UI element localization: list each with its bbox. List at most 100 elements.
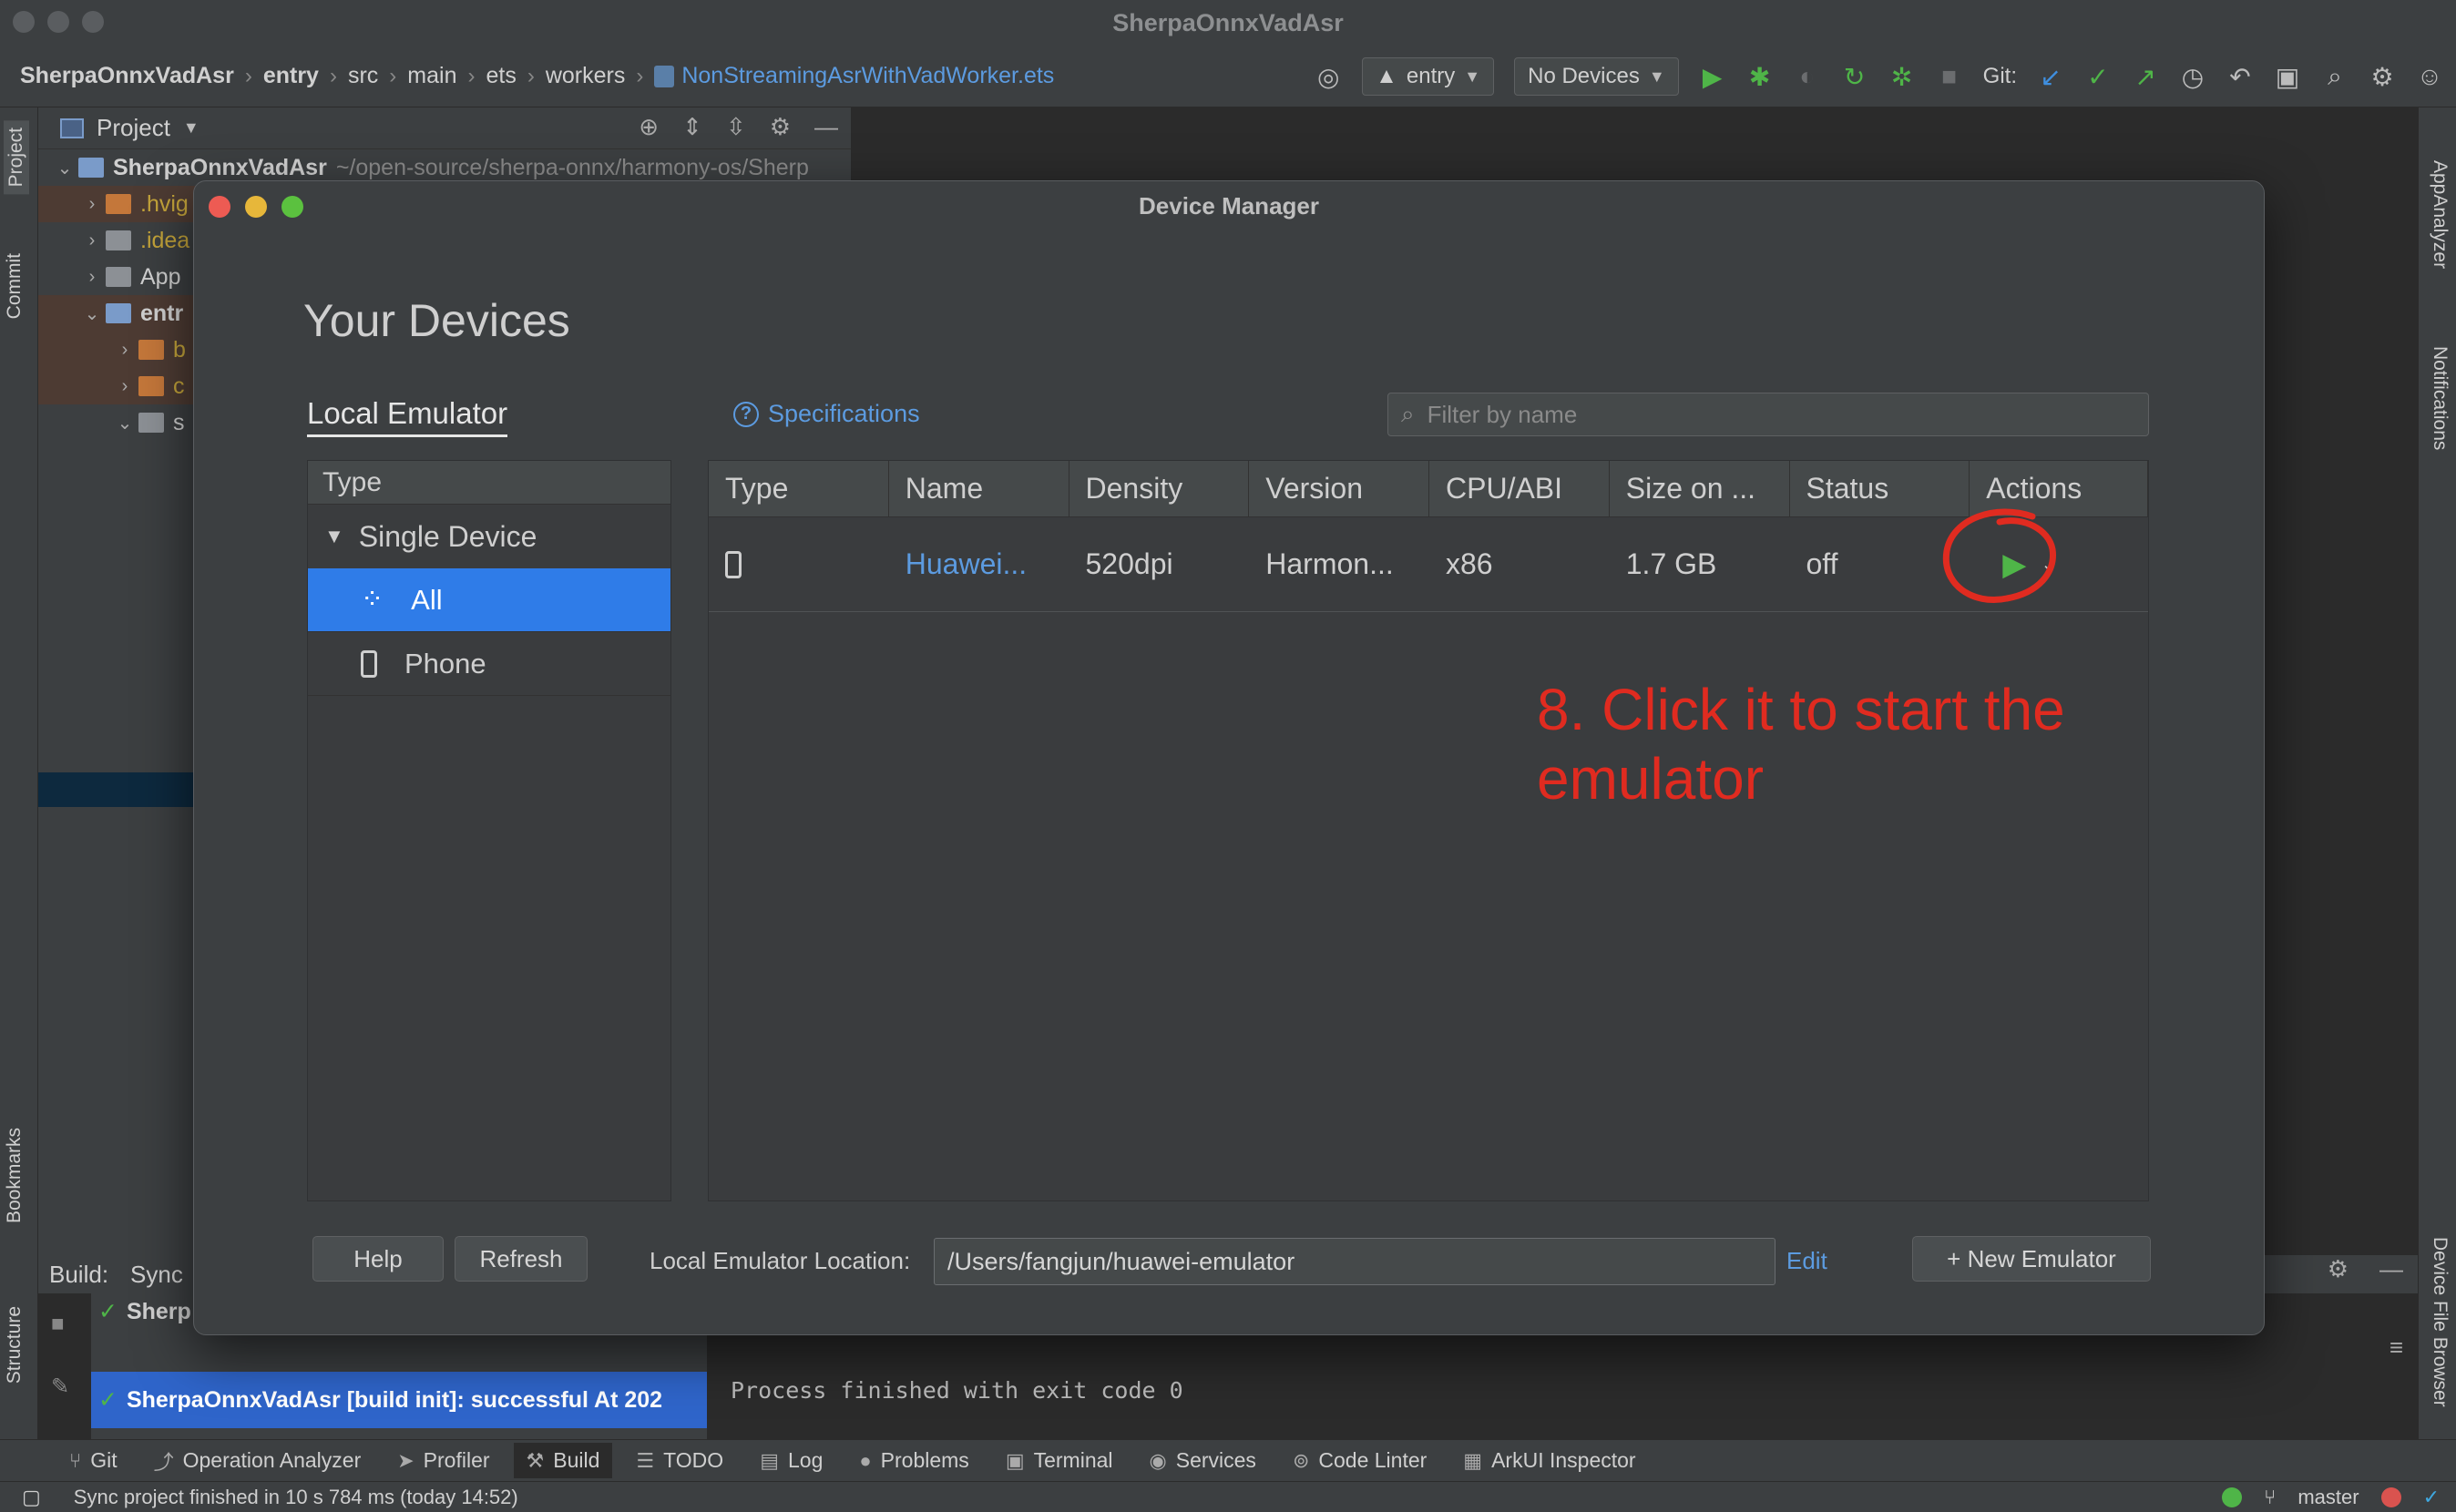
edit-location-link[interactable]: Edit bbox=[1786, 1247, 1827, 1275]
new-emulator-button[interactable]: + New Emulator bbox=[1912, 1236, 2151, 1282]
project-panel-title[interactable]: Project bbox=[97, 114, 170, 142]
tab-code-linter[interactable]: ⊚ Code Linter bbox=[1280, 1443, 1439, 1478]
stop-icon[interactable]: ■ bbox=[1936, 62, 1963, 91]
column-header-size[interactable]: Size on ... bbox=[1610, 461, 1790, 516]
breadcrumb-project[interactable]: SherpaOnnxVadAsr bbox=[20, 63, 234, 89]
collapse-all-icon[interactable]: ⇳ bbox=[726, 113, 746, 141]
specifications-link[interactable]: ? Specifications bbox=[733, 400, 920, 428]
expand-all-icon[interactable]: ⇕ bbox=[682, 113, 702, 141]
search-icon[interactable]: ⌕ bbox=[2321, 62, 2349, 92]
status-ok-icon[interactable] bbox=[2222, 1487, 2243, 1507]
rerun-icon[interactable]: ↻ bbox=[1841, 62, 1868, 92]
type-item-phone[interactable]: Phone bbox=[308, 632, 670, 696]
module-select[interactable]: ▲ entry ▼ bbox=[1362, 57, 1495, 96]
breadcrumb-ets[interactable]: ets bbox=[486, 63, 516, 89]
branch-icon: ⑂ bbox=[2264, 1486, 2277, 1508]
git-update-icon[interactable]: ↙ bbox=[2037, 62, 2064, 92]
chevron-down-icon[interactable]: ▼ bbox=[183, 118, 200, 138]
soft-wrap-icon[interactable]: ≡ bbox=[2389, 1333, 2403, 1362]
git-push-icon[interactable]: ↗ bbox=[2132, 62, 2159, 92]
tab-sync[interactable]: Sync bbox=[130, 1261, 183, 1289]
gear-icon[interactable]: ⚙ bbox=[770, 113, 791, 141]
build-console-output: Process finished with exit code 0 bbox=[731, 1377, 1183, 1404]
tab-appanalyzer[interactable]: AppAnalyzer bbox=[2429, 160, 2451, 269]
breadcrumb-entry[interactable]: entry bbox=[263, 63, 319, 89]
device-select[interactable]: No Devices ▼ bbox=[1514, 57, 1679, 96]
target-icon[interactable]: ◎ bbox=[1315, 62, 1342, 92]
hide-icon[interactable]: — bbox=[814, 113, 838, 141]
gear-icon[interactable]: ⚙ bbox=[2369, 62, 2396, 92]
tab-terminal[interactable]: ▣ Terminal bbox=[993, 1443, 1126, 1478]
minimize-window-button[interactable] bbox=[47, 11, 69, 33]
type-item-label: All bbox=[411, 583, 443, 616]
zoom-window-button[interactable] bbox=[82, 11, 104, 33]
tab-local-emulator[interactable]: Local Emulator bbox=[307, 396, 508, 437]
pin-icon[interactable]: ✎ bbox=[51, 1374, 69, 1400]
device-type-panel: Type ▼ Single Device ⁘ All Phone bbox=[307, 460, 671, 1201]
tab-profiler[interactable]: ➤ Profiler bbox=[384, 1443, 502, 1478]
tab-log[interactable]: ▤ Log bbox=[747, 1443, 835, 1478]
tab-project-label: Project bbox=[5, 128, 26, 188]
gear-icon[interactable]: ⚙ bbox=[2328, 1255, 2349, 1283]
attach-debugger-icon[interactable]: ✲ bbox=[1888, 62, 1916, 92]
git-commit-icon[interactable]: ✓ bbox=[2084, 62, 2112, 92]
services-icon: ◉ bbox=[1149, 1448, 1167, 1472]
run-icon[interactable]: ▶ bbox=[1699, 62, 1726, 92]
column-header-name[interactable]: Name bbox=[889, 461, 1069, 516]
tab-arkui-inspector[interactable]: ▦ ArkUI Inspector bbox=[1450, 1443, 1648, 1478]
column-header-type[interactable]: Type bbox=[709, 461, 889, 516]
tab-operation-analyzer[interactable]: ⤴ Operation Analyzer bbox=[141, 1441, 374, 1481]
stop-icon[interactable]: ■ bbox=[51, 1312, 69, 1337]
tab-device-file-browser[interactable]: Device File Browser bbox=[2429, 1237, 2451, 1407]
tab-git-label: Git bbox=[90, 1448, 118, 1472]
tab-git[interactable]: ⑂ Git bbox=[56, 1443, 130, 1478]
rollback-icon[interactable]: ↶ bbox=[2226, 62, 2254, 92]
device-manager-icon[interactable]: ▣ bbox=[2274, 62, 2301, 92]
tab-bookmarks[interactable]: Bookmarks bbox=[4, 1128, 26, 1223]
tab-commit[interactable]: Commit bbox=[4, 253, 26, 319]
breadcrumb-file[interactable]: NonStreamingAsrWithVadWorker.ets bbox=[654, 63, 1054, 89]
type-item-all[interactable]: ⁘ All bbox=[308, 568, 670, 632]
error-icon[interactable] bbox=[2380, 1487, 2401, 1507]
breadcrumb-workers[interactable]: workers bbox=[546, 63, 626, 89]
device-name-link[interactable]: Huawei... bbox=[889, 517, 1069, 611]
breadcrumb-src[interactable]: src bbox=[348, 63, 378, 89]
coverage-icon[interactable]: ◐ bbox=[1794, 62, 1821, 91]
locate-icon[interactable]: ⊕ bbox=[639, 113, 659, 141]
status-right: ⑂ master ✓ bbox=[2222, 1482, 2440, 1512]
breadcrumb-main[interactable]: main bbox=[407, 63, 456, 89]
close-window-button[interactable] bbox=[13, 11, 35, 33]
tab-problems-label: Problems bbox=[880, 1448, 969, 1472]
build-tree-item-selected[interactable]: ✓ SherpaOnnxVadAsr [build init]: success… bbox=[91, 1372, 707, 1428]
tab-services[interactable]: ◉ Services bbox=[1137, 1443, 1269, 1478]
hide-icon[interactable]: — bbox=[2379, 1255, 2403, 1283]
column-header-cpu-abi[interactable]: CPU/ABI bbox=[1429, 461, 1610, 516]
tree-item-label: App bbox=[140, 263, 181, 290]
account-icon[interactable]: ☺ bbox=[2416, 62, 2443, 91]
toggle-panels-icon[interactable]: ▢ bbox=[22, 1486, 41, 1509]
tab-todo[interactable]: ☰ TODO bbox=[623, 1443, 736, 1478]
dialog-zoom-button[interactable] bbox=[281, 196, 303, 218]
debug-icon[interactable]: ✱ bbox=[1746, 62, 1774, 92]
column-header-density[interactable]: Density bbox=[1069, 461, 1250, 516]
help-button[interactable]: Help bbox=[312, 1236, 444, 1282]
history-icon[interactable]: ◷ bbox=[2179, 62, 2206, 92]
tab-notifications[interactable]: Notifications bbox=[2429, 346, 2451, 450]
tab-structure[interactable]: Structure bbox=[4, 1306, 26, 1384]
dialog-close-button[interactable] bbox=[209, 196, 230, 218]
tab-problems[interactable]: ● Problems bbox=[846, 1443, 981, 1478]
tab-commit-label: Commit bbox=[4, 253, 25, 320]
type-group-single-device[interactable]: ▼ Single Device bbox=[308, 505, 670, 568]
tab-build[interactable]: ⚒ Build bbox=[513, 1443, 613, 1478]
breadcrumb-separator: › bbox=[244, 63, 252, 88]
tab-log-label: Log bbox=[787, 1448, 824, 1472]
chart-icon: ⤴ bbox=[153, 1450, 174, 1474]
refresh-button[interactable]: Refresh bbox=[455, 1236, 588, 1282]
tab-project[interactable]: Project bbox=[4, 120, 29, 195]
folder-icon bbox=[106, 194, 131, 214]
emulator-location-input[interactable] bbox=[934, 1238, 1775, 1285]
git-branch[interactable]: master bbox=[2297, 1486, 2359, 1509]
dialog-minimize-button[interactable] bbox=[245, 196, 267, 218]
filter-input[interactable] bbox=[1427, 400, 2120, 429]
column-header-version[interactable]: Version bbox=[1249, 461, 1429, 516]
